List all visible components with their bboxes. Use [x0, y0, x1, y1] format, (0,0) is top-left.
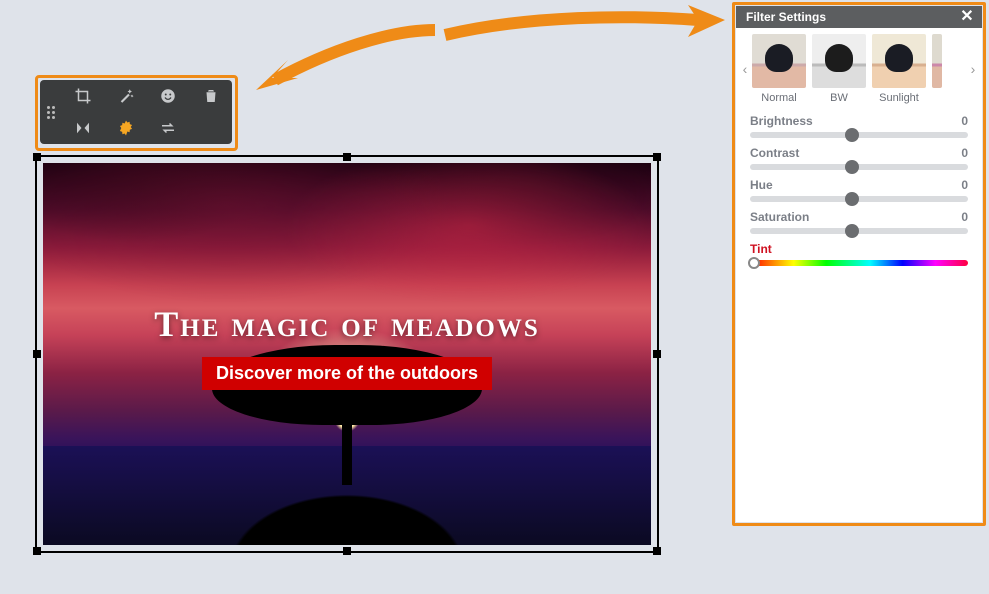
preset-next-button[interactable]: › — [966, 61, 980, 77]
crop-button[interactable] — [68, 81, 98, 111]
contrast-slider[interactable] — [750, 164, 968, 170]
contrast-thumb[interactable] — [845, 160, 859, 174]
preset-overflow[interactable] — [932, 34, 942, 104]
delete-button[interactable] — [196, 81, 226, 111]
filter-settings-panel: Filter Settings ✕ ‹ Normal BW Sunlight — [736, 6, 982, 522]
hue-value: 0 — [961, 178, 968, 192]
filters-button[interactable] — [111, 113, 141, 143]
drag-dots-icon — [47, 106, 55, 119]
tint-label: Tint — [750, 242, 968, 256]
preset-sunlight[interactable]: Sunlight — [872, 34, 926, 104]
preset-thumb — [932, 34, 942, 88]
hero-subtitle: Discover more of the outdoors — [202, 357, 492, 390]
flip-icon — [74, 119, 92, 137]
emoji-button[interactable] — [153, 81, 183, 111]
preset-label: Sunlight — [872, 92, 926, 104]
toolbar-drag-handle[interactable] — [40, 80, 62, 144]
resize-handle-se[interactable] — [653, 547, 661, 555]
flip-button[interactable] — [68, 113, 98, 143]
selected-image-frame[interactable]: The magic of meadows Discover more of th… — [35, 155, 659, 553]
trash-icon — [202, 87, 220, 105]
preset-normal[interactable]: Normal — [752, 34, 806, 104]
filters-gear-icon — [117, 119, 135, 137]
panel-close-button[interactable]: ✕ — [958, 8, 976, 26]
panel-header[interactable]: Filter Settings ✕ — [736, 6, 982, 28]
preset-label: Normal — [752, 92, 806, 104]
preset-bw[interactable]: BW — [812, 34, 866, 104]
resize-handle-ne[interactable] — [653, 153, 661, 161]
resize-handle-s[interactable] — [343, 547, 351, 555]
saturation-value: 0 — [961, 210, 968, 224]
close-icon: ✕ — [960, 9, 973, 25]
tint-slider[interactable] — [750, 260, 968, 266]
brightness-slider[interactable] — [750, 132, 968, 138]
saturation-thumb[interactable] — [845, 224, 859, 238]
magic-wand-button[interactable] — [111, 81, 141, 111]
resize-handle-nw[interactable] — [33, 153, 41, 161]
resize-handle-sw[interactable] — [33, 547, 41, 555]
arrow-to-toolbar — [250, 20, 440, 100]
slider-section: Brightness 0 Contrast 0 Hue 0 — [736, 106, 982, 274]
resize-handle-w[interactable] — [33, 350, 41, 358]
chevron-right-icon: › — [971, 61, 976, 77]
resize-handle-e[interactable] — [653, 350, 661, 358]
brightness-value: 0 — [961, 114, 968, 128]
brightness-row: Brightness 0 — [750, 114, 968, 138]
preset-prev-button[interactable]: ‹ — [738, 61, 752, 77]
crop-icon — [74, 87, 92, 105]
emoji-icon — [159, 87, 177, 105]
magic-wand-icon — [117, 87, 135, 105]
swap-button[interactable] — [153, 113, 183, 143]
preset-thumb — [752, 34, 806, 88]
brightness-label: Brightness — [750, 114, 813, 128]
image-toolbar — [40, 80, 232, 144]
resize-handle-n[interactable] — [343, 153, 351, 161]
preset-thumb — [872, 34, 926, 88]
hero-image: The magic of meadows Discover more of th… — [43, 163, 651, 545]
hero-title: The magic of meadows — [43, 303, 651, 345]
contrast-value: 0 — [961, 146, 968, 160]
tint-row: Tint — [750, 242, 968, 266]
preset-label: BW — [812, 92, 866, 104]
toolbar-buttons — [62, 80, 232, 144]
saturation-label: Saturation — [750, 210, 809, 224]
arrow-to-panel — [440, 5, 730, 55]
hue-row: Hue 0 — [750, 178, 968, 202]
hue-label: Hue — [750, 178, 773, 192]
preset-thumb — [812, 34, 866, 88]
brightness-thumb[interactable] — [845, 128, 859, 142]
saturation-row: Saturation 0 — [750, 210, 968, 234]
panel-title: Filter Settings — [746, 10, 958, 24]
swap-icon — [159, 119, 177, 137]
contrast-row: Contrast 0 — [750, 146, 968, 170]
tint-thumb[interactable] — [748, 257, 760, 269]
hue-thumb[interactable] — [845, 192, 859, 206]
contrast-label: Contrast — [750, 146, 799, 160]
preset-strip: ‹ Normal BW Sunlight › — [736, 28, 982, 106]
preset-list: Normal BW Sunlight — [752, 34, 966, 104]
saturation-slider[interactable] — [750, 228, 968, 234]
hue-slider[interactable] — [750, 196, 968, 202]
chevron-left-icon: ‹ — [743, 61, 748, 77]
